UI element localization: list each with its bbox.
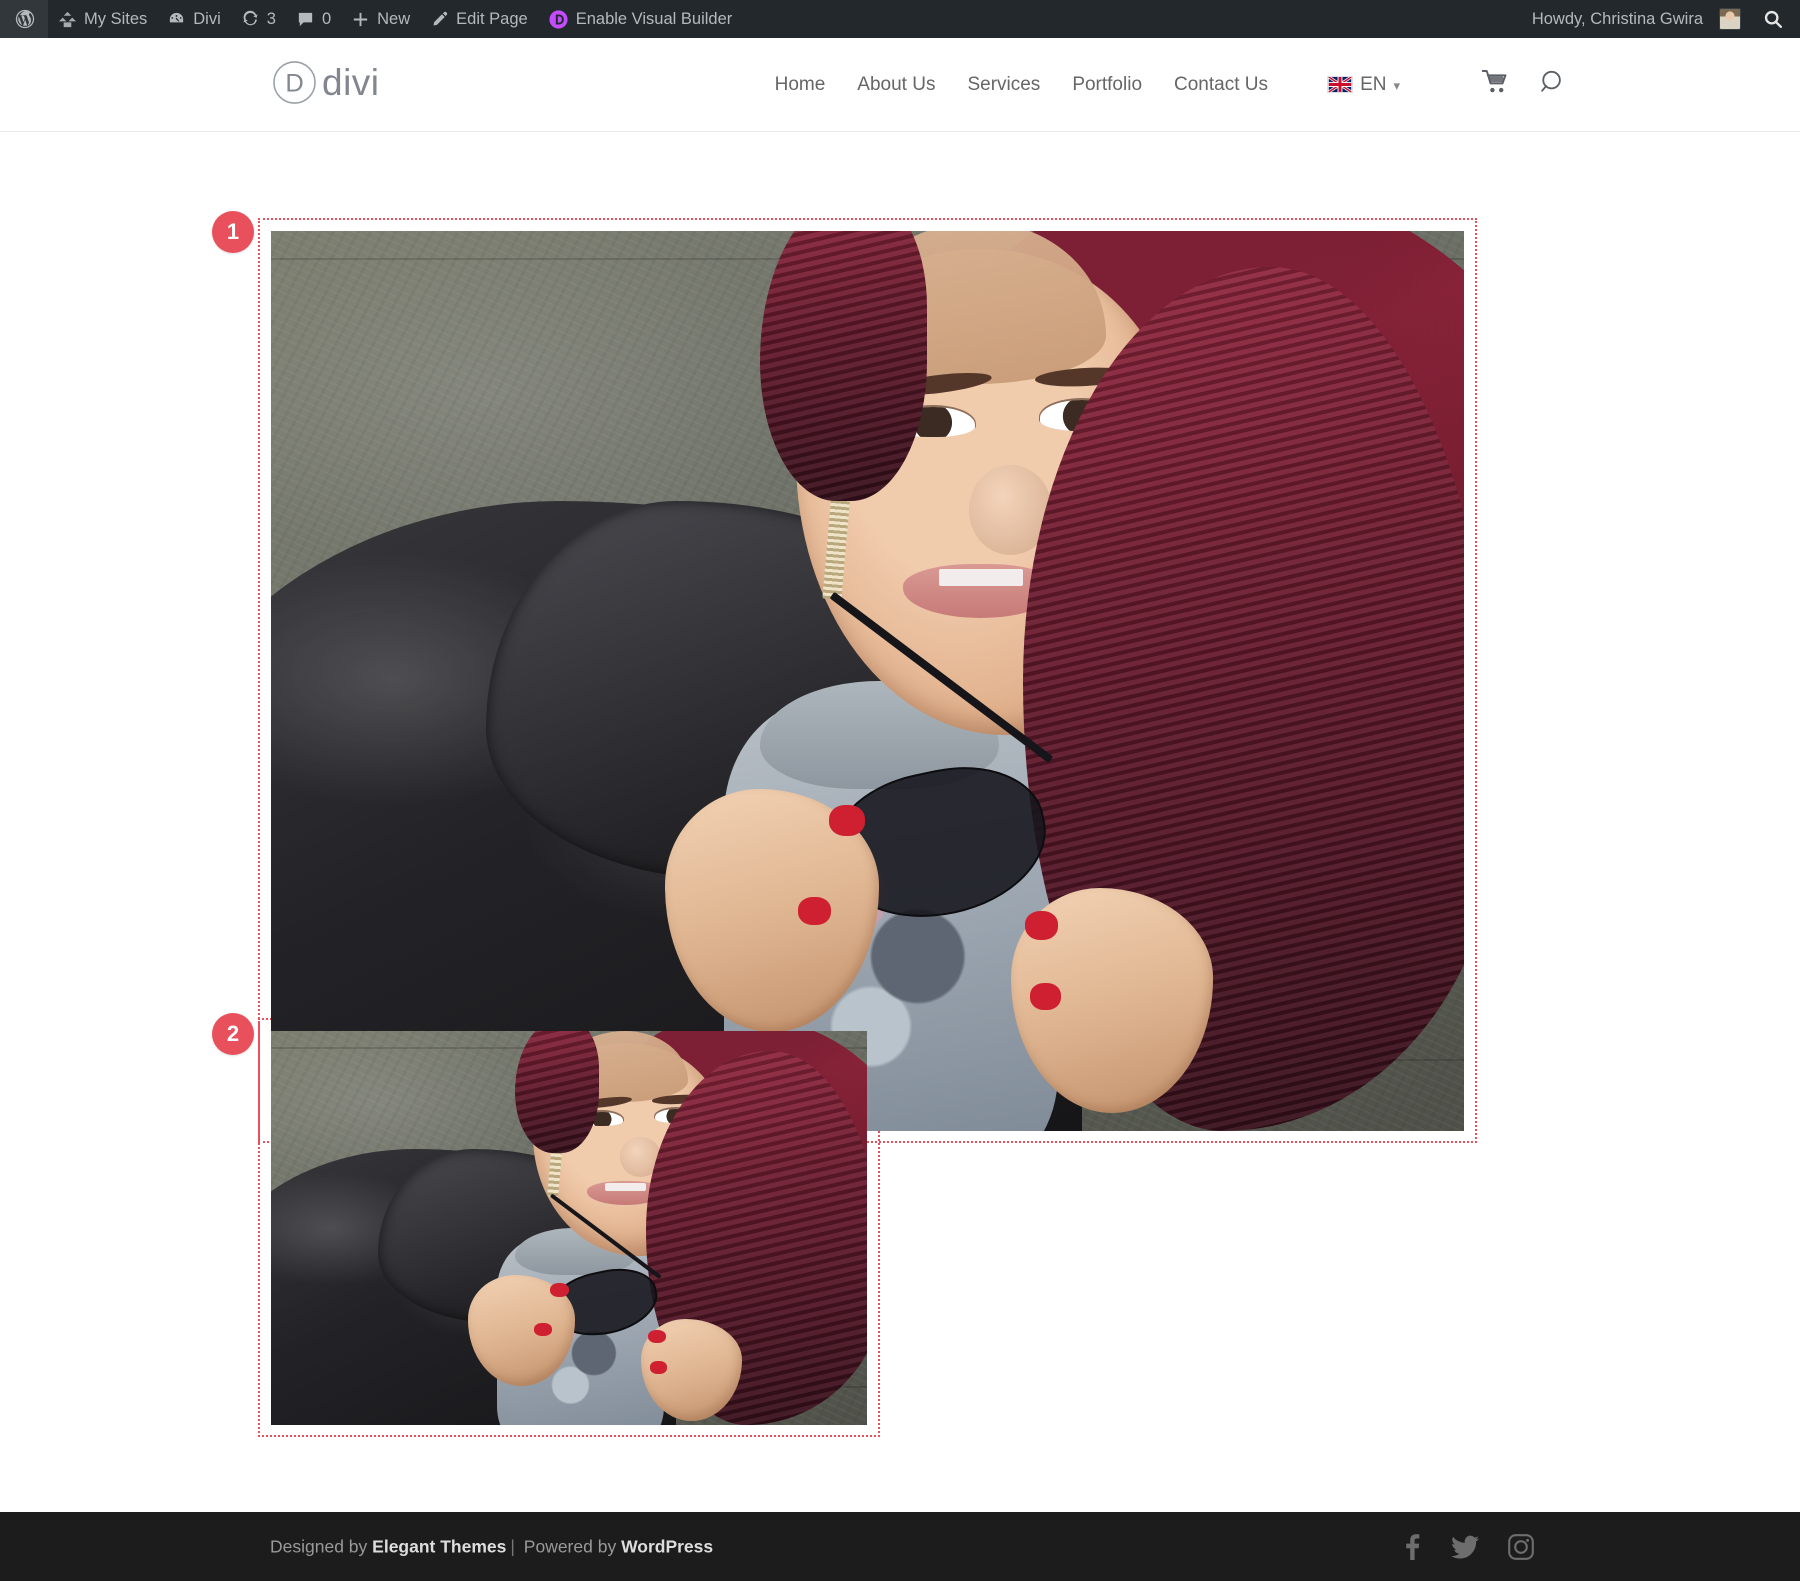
admin-bar-my-account[interactable]: Howdy, Christina Gwira xyxy=(1522,0,1751,38)
admin-bar-item-updates[interactable]: 3 xyxy=(231,0,286,38)
fingernail xyxy=(647,1329,666,1344)
instagram-icon xyxy=(1507,1533,1535,1561)
teeth xyxy=(604,1183,647,1191)
site-footer: Designed by Elegant Themes | Powered by W… xyxy=(0,1512,1800,1581)
image-module-small[interactable] xyxy=(271,1031,867,1425)
admin-bar-item-edit-page[interactable]: Edit Page xyxy=(420,0,538,38)
search-icon xyxy=(1763,9,1784,30)
divi-dashboard-icon xyxy=(167,10,186,29)
admin-bar-item-divi[interactable]: Divi xyxy=(157,0,231,38)
admin-bar-label: New xyxy=(377,10,411,28)
site-header: D divi Home About Us Services Portfolio … xyxy=(0,38,1800,132)
admin-bar-item-my-sites[interactable]: My Sites xyxy=(48,0,157,38)
my-sites-icon xyxy=(58,10,77,29)
image-module-large[interactable] xyxy=(271,231,1464,1131)
wordpress-logo-icon xyxy=(14,8,36,30)
search-icon xyxy=(1539,70,1568,101)
fingernail xyxy=(650,1361,667,1374)
header-search-button[interactable] xyxy=(1539,68,1568,102)
wordpress-logo-menu[interactable] xyxy=(0,0,48,38)
hair-fringe xyxy=(760,231,928,501)
pencil-icon xyxy=(430,10,449,29)
site-logo[interactable]: D divi xyxy=(272,60,380,110)
fingernail xyxy=(798,897,831,925)
chevron-down-icon: ▾ xyxy=(1393,78,1400,93)
admin-bar-greeting: Howdy, Christina Gwira xyxy=(1531,10,1703,28)
language-code: EN xyxy=(1360,73,1387,95)
comments-count: 0 xyxy=(321,10,332,28)
fingernail xyxy=(1029,982,1061,1010)
twitter-icon xyxy=(1450,1533,1480,1561)
admin-bar-label: Enable Visual Builder xyxy=(575,10,733,28)
primary-navigation: Home About Us Services Portfolio Contact… xyxy=(759,74,1284,96)
updates-icon xyxy=(241,10,260,29)
footer-separator: | xyxy=(510,1536,515,1556)
uk-flag-icon xyxy=(1327,76,1354,93)
footer-social-links xyxy=(1399,1533,1535,1561)
svg-text:D: D xyxy=(285,69,303,97)
admin-bar-label: Edit Page xyxy=(456,10,528,28)
updates-count: 3 xyxy=(266,10,276,28)
photo-scene xyxy=(271,231,1464,1131)
teeth xyxy=(939,569,1023,587)
plus-icon xyxy=(351,10,370,29)
footer-credit-prefix: Designed by xyxy=(270,1536,373,1556)
footer-link-wordpress[interactable]: WordPress xyxy=(621,1536,713,1556)
instagram-link[interactable] xyxy=(1507,1533,1535,1561)
fingernail xyxy=(1024,911,1059,941)
nav-item-home[interactable]: Home xyxy=(759,74,842,96)
fingernail xyxy=(829,805,866,836)
footer-link-elegant-themes[interactable]: Elegant Themes xyxy=(372,1536,506,1556)
twitter-link[interactable] xyxy=(1450,1533,1480,1561)
facebook-icon xyxy=(1399,1533,1423,1561)
admin-bar-item-new[interactable]: New xyxy=(341,0,420,38)
language-switcher[interactable]: EN ▾ xyxy=(1327,74,1400,96)
footer-credits: Designed by Elegant Themes | Powered by W… xyxy=(270,1536,713,1557)
module-marker-2[interactable]: 2 xyxy=(212,1013,254,1055)
avatar xyxy=(1719,8,1741,30)
shopping-cart-icon xyxy=(1481,69,1510,99)
nav-item-portfolio[interactable]: Portfolio xyxy=(1056,74,1158,96)
hair-fringe xyxy=(515,1031,599,1154)
divi-logo-mark: D xyxy=(272,60,317,110)
facebook-link[interactable] xyxy=(1399,1533,1423,1561)
module-marker-1[interactable]: 1 xyxy=(212,211,254,253)
wp-admin-bar: My Sites Divi 3 0 New Edit Page Enable V… xyxy=(0,0,1800,38)
admin-bar-search-button[interactable] xyxy=(1751,0,1800,38)
admin-bar-spacer xyxy=(742,0,1522,38)
fingernail xyxy=(534,1322,552,1336)
photo-scene xyxy=(271,1031,867,1425)
page-content: 1 2 xyxy=(0,133,1800,1512)
admin-bar-item-comments[interactable]: 0 xyxy=(286,0,341,38)
admin-bar-label: Divi xyxy=(193,10,221,28)
admin-bar-item-enable-visual-builder[interactable]: Enable Visual Builder xyxy=(538,0,743,38)
comments-icon xyxy=(296,10,315,29)
footer-credit-middle: Powered by xyxy=(518,1536,622,1556)
nav-item-contact-us[interactable]: Contact Us xyxy=(1158,74,1284,96)
nav-item-services[interactable]: Services xyxy=(951,74,1056,96)
admin-bar-label: My Sites xyxy=(84,10,148,28)
divi-builder-icon xyxy=(548,9,569,30)
cart-button[interactable] xyxy=(1481,69,1510,100)
fingernail xyxy=(549,1283,569,1298)
site-logo-text: divi xyxy=(322,61,380,103)
nav-item-about-us[interactable]: About Us xyxy=(841,74,951,96)
